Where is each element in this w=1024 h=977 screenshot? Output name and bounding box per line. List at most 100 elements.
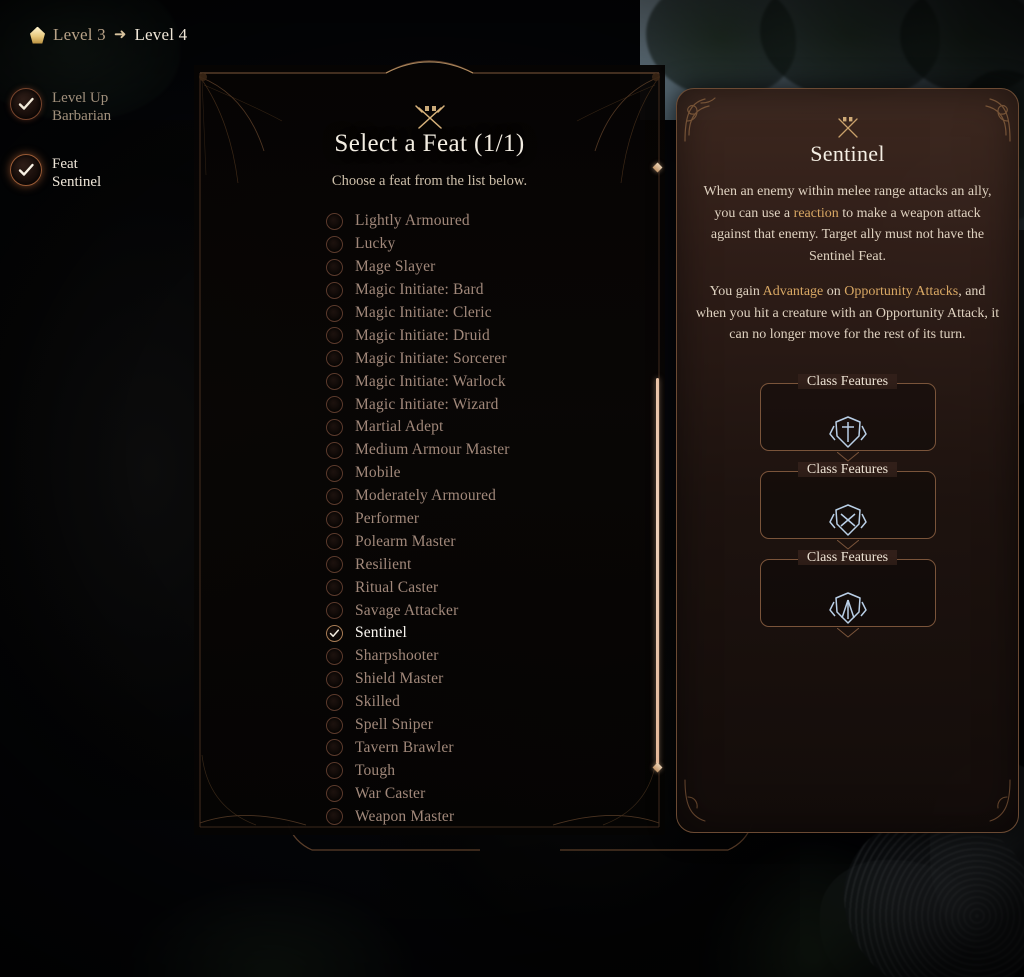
feat-list-item[interactable]: Performer — [326, 508, 626, 531]
feat-list-item[interactable]: Resilient — [326, 553, 626, 576]
radio-unselected-icon[interactable] — [326, 235, 343, 253]
class-feature-label: Class Features — [761, 462, 935, 478]
radio-selected-icon[interactable] — [326, 624, 343, 642]
class-feature-box[interactable]: Class Features — [759, 550, 936, 638]
class-feature-box[interactable]: Class Features — [759, 462, 936, 550]
radio-unselected-icon[interactable] — [326, 441, 343, 459]
step-title: Feat — [52, 155, 78, 172]
feat-list-item[interactable]: Savage Attacker — [326, 599, 626, 622]
step-title: Level Up — [52, 90, 109, 106]
breadcrumb-to-level[interactable]: Level 4 — [134, 25, 187, 45]
step-item-level-up[interactable]: Level Up Barbarian — [10, 88, 190, 126]
feat-list-item[interactable]: Lucky — [326, 233, 626, 256]
radio-unselected-icon[interactable] — [326, 396, 343, 414]
feat-label: Magic Initiate: Warlock — [355, 372, 506, 390]
feat-label: Shield Master — [355, 670, 444, 688]
radio-unselected-icon[interactable] — [326, 418, 343, 436]
highlighted-term[interactable]: Opportunity Attacks — [844, 284, 958, 299]
feat-list-item[interactable]: Magic Initiate: Cleric — [326, 302, 626, 325]
feat-label: Spell Sniper — [355, 716, 434, 734]
radio-unselected-icon[interactable] — [326, 304, 343, 322]
filigree-ornament-icon — [960, 91, 1016, 147]
radio-unselected-icon[interactable] — [326, 808, 343, 826]
feat-list-item[interactable]: Magic Initiate: Warlock — [326, 370, 626, 393]
feat-list-item[interactable]: Skilled — [326, 691, 626, 714]
level-gem-icon — [30, 27, 45, 44]
radio-unselected-icon[interactable] — [326, 533, 343, 551]
feat-list-item[interactable]: Magic Initiate: Wizard — [326, 393, 626, 416]
class-features-section: Class Features Class Features Class Featur… — [677, 374, 1018, 647]
filigree-ornament-icon — [960, 774, 1016, 830]
radio-unselected-icon[interactable] — [326, 670, 343, 688]
radio-unselected-icon[interactable] — [326, 350, 343, 368]
foliage-grass — [120, 880, 420, 977]
carved-spiral-stone — [844, 817, 1024, 977]
radio-unselected-icon[interactable] — [326, 212, 343, 230]
radio-unselected-icon[interactable] — [326, 327, 343, 345]
class-feature-box[interactable]: Class Features — [759, 374, 936, 462]
feat-list-item[interactable]: Tavern Brawler — [326, 736, 626, 759]
feat-list-item[interactable]: Mobile — [326, 462, 626, 485]
scrollbar-thumb[interactable] — [656, 378, 659, 764]
feat-list-item[interactable]: Mage Slayer — [326, 256, 626, 279]
box-notch-ornament — [836, 537, 859, 550]
radio-unselected-icon[interactable] — [326, 693, 343, 711]
radio-unselected-icon[interactable] — [326, 258, 343, 276]
radio-unselected-icon[interactable] — [326, 487, 343, 505]
radio-unselected-icon[interactable] — [326, 510, 343, 528]
highlighted-term[interactable]: reaction — [794, 206, 839, 221]
feat-label: Magic Initiate: Sorcerer — [355, 349, 507, 367]
feat-label: Resilient — [355, 555, 412, 573]
feat-label: Magic Initiate: Druid — [355, 326, 490, 344]
radio-unselected-icon[interactable] — [326, 602, 343, 620]
detail-description: When an enemy within melee range attacks… — [695, 181, 1000, 360]
feat-list-item[interactable]: Medium Armour Master — [326, 439, 626, 462]
feat-list-item[interactable]: Lightly Armoured — [326, 210, 626, 233]
feat-label: Magic Initiate: Wizard — [355, 395, 499, 413]
checkmark-icon — [10, 153, 42, 186]
feat-list-item[interactable]: Moderately Armoured — [326, 485, 626, 508]
feat-list-item[interactable]: Polearm Master — [326, 530, 626, 553]
feat-list[interactable]: Lightly Armoured Lucky Mage Slayer Magic In… — [326, 210, 626, 870]
feat-list-item[interactable]: Spell Sniper — [326, 714, 626, 737]
feat-list-item[interactable]: Sentinel — [326, 622, 626, 645]
level-up-step-list: Level Up Barbarian Feat Sentinel — [10, 88, 190, 219]
feat-list-item[interactable]: Martial Adept — [326, 416, 626, 439]
radio-unselected-icon[interactable] — [326, 373, 343, 391]
feat-list-item[interactable]: Weapon Master — [326, 805, 626, 828]
box-notch-ornament — [836, 449, 859, 462]
feat-label: Mage Slayer — [355, 258, 436, 276]
feat-label: Mobile — [355, 464, 401, 482]
feat-list-item[interactable]: Ritual Caster — [326, 576, 626, 599]
radio-unselected-icon[interactable] — [326, 281, 343, 299]
radio-unselected-icon[interactable] — [326, 464, 343, 482]
class-feature-label: Class Features — [761, 374, 935, 390]
feat-list-scrollbar[interactable] — [651, 160, 663, 780]
feat-list-item[interactable]: War Caster — [326, 782, 626, 805]
radio-unselected-icon[interactable] — [326, 556, 343, 574]
diamond-marker-icon — [652, 162, 663, 173]
feat-list-item[interactable]: Tough — [326, 759, 626, 782]
feat-list-item[interactable]: Sharpshooter — [326, 645, 626, 668]
feat-label: Ritual Caster — [355, 578, 439, 596]
radio-unselected-icon[interactable] — [326, 579, 343, 597]
radio-unselected-icon[interactable] — [326, 739, 343, 757]
filigree-ornament-icon — [679, 774, 735, 830]
feat-list-item[interactable]: Shield Master — [326, 668, 626, 691]
detail-paragraph: You gain Advantage on Opportunity Attack… — [695, 281, 1000, 346]
breadcrumb-from-level[interactable]: Level 3 — [53, 25, 106, 45]
diamond-marker-icon — [652, 762, 663, 773]
highlighted-term[interactable]: Advantage — [763, 284, 824, 299]
radio-unselected-icon[interactable] — [326, 716, 343, 734]
step-item-feat[interactable]: Feat Sentinel — [10, 153, 190, 192]
feat-list-item[interactable]: Magic Initiate: Sorcerer — [326, 347, 626, 370]
feat-list-item[interactable]: Magic Initiate: Druid — [326, 324, 626, 347]
radio-unselected-icon[interactable] — [326, 647, 343, 665]
feat-label: Magic Initiate: Cleric — [355, 304, 492, 321]
radio-unselected-icon[interactable] — [326, 785, 343, 803]
breadcrumb: Level 3 ➜ Level 4 — [30, 25, 187, 45]
filigree-ornament-icon — [679, 91, 735, 147]
feat-list-item[interactable]: Magic Initiate: Bard — [326, 279, 626, 302]
feat-detail-panel: Sentinel When an enemy within melee rang… — [676, 88, 1019, 833]
radio-unselected-icon[interactable] — [326, 762, 343, 780]
